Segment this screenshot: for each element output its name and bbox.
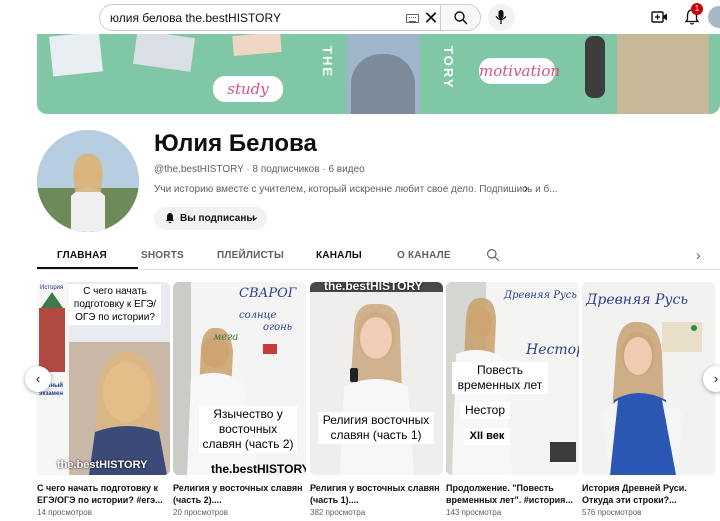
chevron-right-icon: › (713, 371, 719, 386)
video-views: 143 просмотра (446, 508, 502, 517)
video-thumbnail[interactable]: the.bestHISTORY Религия восточных славян… (310, 282, 443, 475)
search-icon[interactable] (486, 248, 500, 262)
search-box[interactable]: ✕ (99, 4, 440, 31)
subscribe-button[interactable]: Вы подписаны ⌄ (154, 207, 267, 230)
voice-search-button[interactable] (488, 4, 515, 31)
channel-banner: study THE TORY motivation (37, 34, 720, 114)
account-avatar[interactable] (708, 6, 720, 28)
video-views: 20 просмотров (173, 508, 228, 517)
video-card[interactable]: Древняя Русь История Древней Руси. Откуд… (582, 282, 715, 517)
board-word: Нестор (526, 342, 579, 358)
mic-icon (495, 10, 507, 24)
meta-separator: · (322, 164, 326, 175)
chevron-left-icon: ‹ (35, 371, 41, 386)
notification-count-badge: 1 (691, 3, 703, 15)
thumbnail-brand: the.bestHISTORY (324, 282, 423, 293)
meta-separator: · (246, 164, 250, 175)
video-card[interactable]: Древняя Русь Нестор Повесть временных ле… (446, 282, 579, 517)
channel-tabs: ГЛАВНАЯ SHORTS ПЛЕЙЛИСТЫ КАНАЛЫ О КАНАЛЕ… (37, 240, 720, 270)
banner-photo-book (232, 34, 282, 57)
video-title[interactable]: Продолжение. "Повесть временных лет". #и… (446, 482, 580, 506)
active-tab-underline (37, 267, 138, 269)
thumbnail-caption: Религия восточных славян (часть 1) (318, 412, 434, 444)
video-thumbnail[interactable]: Древняя Русь (582, 282, 715, 475)
tab-shorts[interactable]: SHORTS (141, 250, 184, 261)
video-title[interactable]: Религия у восточных славян (часть 1).... (310, 482, 444, 506)
tab-playlists[interactable]: ПЛЕЙЛИСТЫ (217, 250, 284, 261)
channel-name: Юлия Белова (154, 130, 317, 157)
video-title[interactable]: История Древней Руси. Откуда эти строки?… (582, 482, 712, 506)
video-views: 382 просмотра (310, 508, 366, 517)
channel-avatar[interactable] (37, 130, 139, 232)
channel-avatar-photo (37, 130, 139, 232)
video-plus-icon (651, 11, 667, 23)
thumbnail-header-text: История (40, 285, 64, 291)
video-card[interactable]: История Единый экзамен С чего начать под… (37, 282, 170, 517)
search-input[interactable] (110, 5, 400, 30)
chevron-right-icon[interactable]: › (524, 181, 528, 195)
video-views: 576 просмотров (582, 508, 642, 517)
thumbnail-caption: XII век (464, 428, 510, 445)
thumbnail-caption: Нестор (460, 402, 510, 419)
close-icon[interactable]: ✕ (422, 8, 440, 28)
shelf-prev-button[interactable]: ‹ (25, 366, 51, 392)
tab-home[interactable]: ГЛАВНАЯ (57, 250, 107, 261)
board-word: мега (213, 332, 239, 343)
banner-photo-laptop (132, 34, 196, 72)
video-thumbnail[interactable]: История Единый экзамен С чего начать под… (37, 282, 170, 475)
board-word: огонь (263, 322, 293, 333)
banner-motivation-label: motivation (479, 58, 560, 84)
banner-photo-woman-right (617, 34, 709, 114)
board-word: солнце (239, 310, 277, 321)
subscriber-count: 8 подписчиков (252, 164, 320, 175)
search-button[interactable] (440, 4, 481, 31)
banner-photo-woman-center (351, 54, 415, 114)
video-shelf: История Единый экзамен С чего начать под… (0, 282, 720, 521)
video-views: 14 просмотров (37, 508, 92, 517)
thumbnail-caption: Повесть временных лет (452, 362, 548, 394)
chevron-right-icon[interactable]: › (696, 247, 701, 263)
banner-study-label: study (213, 76, 283, 102)
create-button[interactable] (651, 8, 669, 26)
channel-meta: @the.bestHISTORY · 8 подписчиков · 6 вид… (154, 164, 365, 175)
banner-vertical-text-left: THE (320, 46, 335, 78)
chevron-down-icon: ⌄ (250, 211, 260, 223)
thumbnail-caption: С чего начать подготовку к ЕГЭ/ ОГЭ по и… (69, 284, 161, 325)
thumbnail-caption: Язычество у восточных славян (часть 2) (199, 406, 297, 453)
video-card[interactable]: the.bestHISTORY Религия восточных славян… (310, 282, 443, 517)
subscribe-button-label: Вы подписаны (180, 213, 255, 224)
board-word: Древняя Русь (586, 292, 688, 308)
channel-handle[interactable]: @the.bestHISTORY (154, 164, 244, 175)
channel-description[interactable]: Учи историю вместе с учителем, который и… (154, 184, 558, 195)
video-count: 6 видео (328, 164, 365, 175)
video-title[interactable]: С чего начать подготовку к ЕГЭ/ОГЭ по ис… (37, 482, 171, 506)
banner-photo-figure (585, 36, 605, 98)
keyboard-icon[interactable] (406, 14, 419, 23)
thumbnail-brand: the.bestHISTORY (211, 462, 306, 475)
video-thumbnail[interactable]: Древняя Русь Нестор Повесть временных ле… (446, 282, 579, 475)
board-word: СВАРОГ (239, 286, 297, 301)
bell-icon (166, 213, 174, 224)
video-thumbnail[interactable]: СВАРОГ огонь солнце мега Язычество у вос… (173, 282, 306, 475)
thumbnail-brand: the.bestHISTORY (57, 459, 148, 471)
search-icon (454, 11, 468, 25)
banner-photo-notes (49, 34, 103, 77)
thumbnail-background (582, 282, 715, 475)
tab-channels[interactable]: КАНАЛЫ (316, 250, 362, 261)
banner-vertical-text-right: TORY (441, 46, 456, 90)
video-title[interactable]: Религия у восточных славян (часть 2).... (173, 482, 307, 506)
thumbnail-background (310, 282, 443, 475)
tab-about[interactable]: О КАНАЛЕ (397, 250, 451, 261)
video-card[interactable]: СВАРОГ огонь солнце мега Язычество у вос… (173, 282, 306, 517)
board-word: Древняя Русь (504, 290, 577, 301)
top-bar: ✕ 1 (0, 0, 720, 34)
